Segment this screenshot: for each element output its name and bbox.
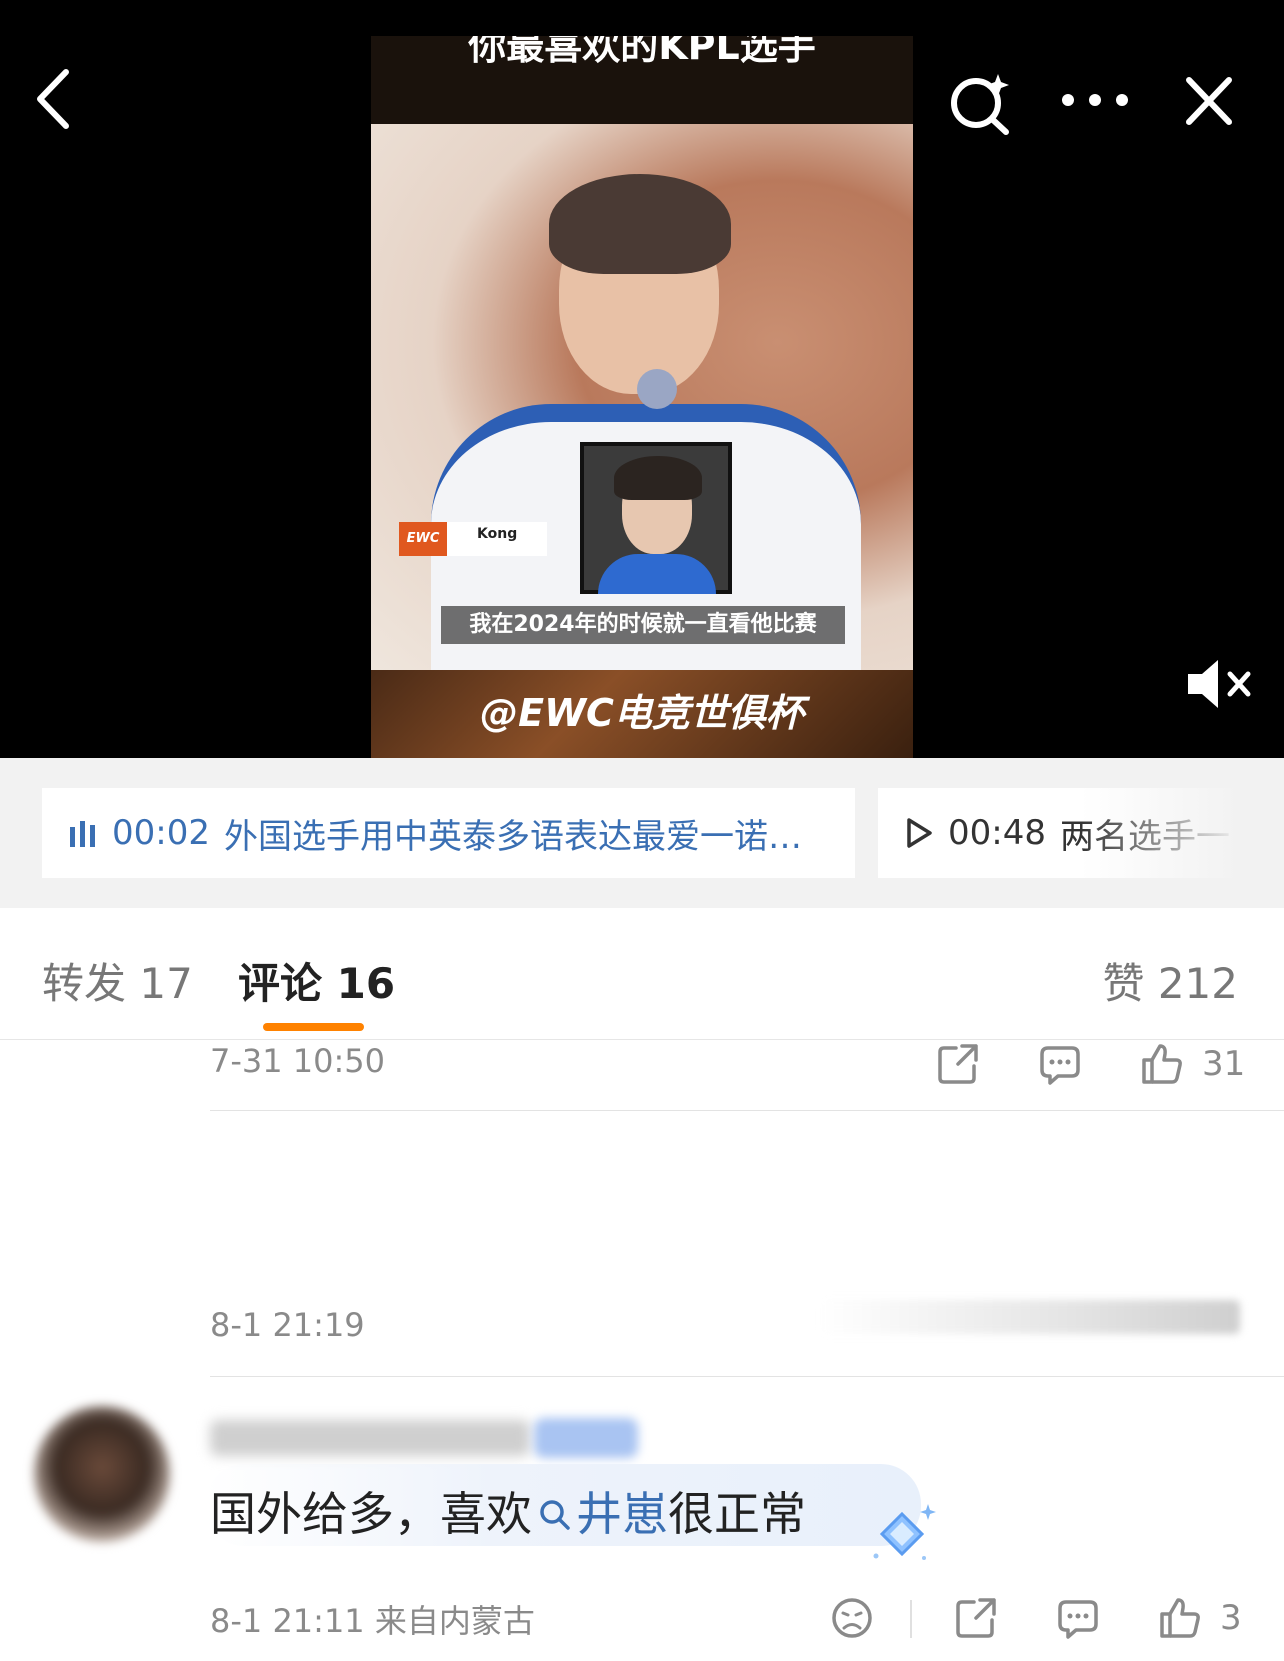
username-blurred[interactable] [210, 1420, 530, 1456]
comment-time: 8-1 21:11 来自内蒙古 [210, 1602, 535, 1640]
active-tab-indicator [263, 1023, 364, 1031]
close-icon[interactable] [1184, 74, 1234, 128]
user-badge-blurred [534, 1418, 638, 1458]
back-icon[interactable] [32, 66, 76, 132]
chapter-time: 00:02 [112, 813, 210, 853]
interaction-tabs: 转发 17 评论 16 赞 212 [0, 908, 1284, 1040]
like-count: 31 [1202, 1044, 1246, 1084]
chapter-item[interactable]: 00:02 外国选手用中英泰多语表达最爱一诺… [42, 788, 855, 878]
comment-divider [210, 1110, 1284, 1111]
play-icon [907, 818, 932, 848]
tab-repost[interactable]: 转发 17 [42, 950, 193, 1011]
bars-icon [70, 821, 95, 847]
tab-like[interactable]: 赞 212 [1102, 950, 1238, 1011]
share-icon[interactable] [936, 1042, 980, 1086]
comment-icon[interactable] [1038, 1042, 1082, 1086]
avatar[interactable] [34, 1406, 170, 1542]
more-icon[interactable] [1060, 82, 1130, 118]
like-count: 3 [1220, 1598, 1242, 1638]
comment-text: 国外给多，喜欢 井崽很正常 [210, 1487, 806, 1541]
microphone [637, 369, 677, 409]
player-name-tag: Kong [447, 522, 547, 556]
video-scene: EWC Kong 我在2024年的时候就一直看他比赛 [371, 124, 913, 674]
mute-icon[interactable] [1184, 656, 1264, 712]
comment-time: 8-1 21:19 [210, 1306, 365, 1344]
chapter-title: 外国选手用中英泰多语表达最爱一诺… [223, 816, 802, 857]
video-watermark: @EWC电竞世俱杯 [480, 691, 804, 735]
video-bottom-banner: @EWC电竞世俱杯 [371, 670, 913, 758]
ewc-tag: EWC [399, 522, 447, 556]
keyword-link[interactable]: 井崽 [576, 1487, 668, 1541]
video-frame: 你最喜欢的KPL选手 EWC Kong 我在2024年的时候就一直看他比赛 @E… [371, 36, 913, 758]
player-hair [549, 174, 731, 274]
comment-divider [210, 1376, 1284, 1377]
action-separator [910, 1600, 912, 1638]
inset-player-photo [580, 442, 732, 594]
ai-search-icon[interactable] [946, 70, 1016, 136]
video-top-caption: 你最喜欢的KPL选手 [371, 36, 913, 124]
chapter-item[interactable]: 00:48 两名选手一 [878, 788, 1240, 878]
comment-time: 7-31 10:50 [210, 1042, 386, 1080]
like-icon[interactable] [1140, 1042, 1184, 1086]
video-player[interactable]: 你最喜欢的KPL选手 EWC Kong 我在2024年的时候就一直看他比赛 @E… [0, 0, 1284, 758]
video-subtitle: 我在2024年的时候就一直看他比赛 [441, 606, 845, 644]
weibo-video-page: 你最喜欢的KPL选手 EWC Kong 我在2024年的时候就一直看他比赛 @E… [0, 0, 1284, 1661]
comment-meta-row: 8-1 21:11 来自内蒙古 3 [210, 1596, 1242, 1646]
share-icon[interactable] [954, 1596, 998, 1640]
video-chapters-bar: 00:02 外国选手用中英泰多语表达最爱一诺… 00:48 两名选手一 [0, 758, 1284, 908]
comment-meta-row: 8-1 21:19 [210, 1306, 1240, 1356]
tab-comment[interactable]: 评论 16 [238, 950, 395, 1011]
chapter-title: 两名选手一 [1059, 816, 1230, 857]
chapter-time: 00:48 [948, 813, 1046, 853]
dislike-face-icon[interactable] [830, 1596, 874, 1640]
sparkle-diamond-icon [873, 1504, 936, 1560]
search-icon [540, 1500, 570, 1530]
comment-meta-row: 7-31 10:50 31 [210, 1042, 1245, 1092]
like-icon[interactable] [1158, 1596, 1202, 1640]
comment-icon[interactable] [1056, 1596, 1100, 1640]
